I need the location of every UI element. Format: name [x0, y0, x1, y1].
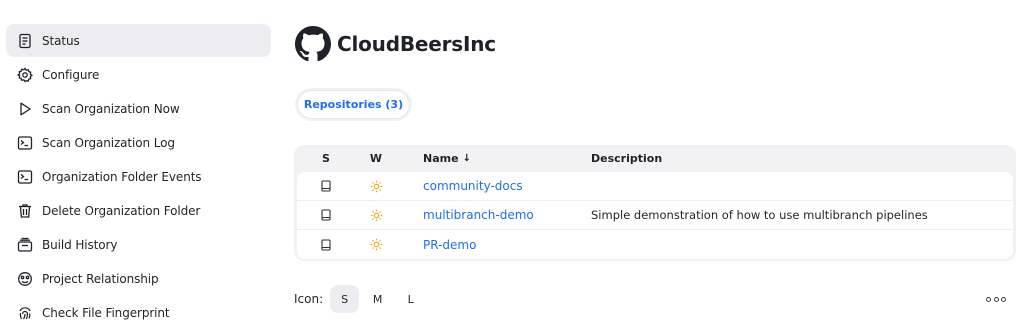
weather-sunny-icon [355, 209, 397, 222]
sidebar-item-configure[interactable]: Configure [6, 58, 271, 91]
sidebar-item-label: Delete Organization Folder [42, 203, 201, 218]
legend-dot [986, 296, 991, 302]
column-header-description[interactable]: Description [591, 152, 1013, 165]
table-header: S W Name ↓ Description [297, 145, 1013, 172]
tab-bar: Repositories (3) [295, 88, 412, 121]
sidebar-item-scan-now[interactable]: Scan Organization Now [6, 92, 271, 125]
fingerprint-icon [17, 305, 33, 321]
build-history-icon [17, 237, 33, 253]
sidebar-item-label: Scan Organization Log [42, 135, 175, 150]
sidebar-item-label: Build History [42, 237, 118, 252]
sidebar-item-label: Scan Organization Now [42, 101, 180, 116]
play-icon [17, 101, 33, 117]
legend-icon[interactable] [986, 294, 1006, 304]
trash-icon [17, 203, 33, 219]
legend-dot [993, 296, 999, 302]
repo-link[interactable]: multibranch-demo [423, 208, 534, 222]
sidebar-item-label: Configure [42, 67, 100, 82]
status-icon [17, 33, 33, 49]
table-row: PR-demo [297, 230, 1013, 259]
relationship-icon [17, 271, 33, 287]
repo-link[interactable]: community-docs [423, 179, 523, 193]
table-body: community-docs multibranch-demo Simple d… [297, 172, 1013, 259]
weather-sunny-icon [355, 238, 397, 251]
sidebar-item-folder-events[interactable]: Organization Folder Events [6, 160, 271, 193]
repositories-table: S W Name ↓ Description community-docs mu… [294, 145, 1016, 261]
tab-repositories[interactable]: Repositories (3) [298, 91, 409, 118]
icon-size-small-button[interactable]: S [330, 285, 360, 313]
icon-size-large-button[interactable]: L [396, 285, 425, 313]
gear-icon [17, 67, 33, 83]
weather-sunny-icon [355, 180, 397, 193]
sidebar-item-label: Project Relationship [42, 271, 159, 286]
page-title: CloudBeersInc [337, 32, 496, 56]
github-icon [295, 26, 331, 62]
table-row: community-docs [297, 172, 1013, 201]
table-row: multibranch-demo Simple demonstration of… [297, 201, 1013, 230]
legend-dot [1001, 296, 1006, 302]
sidebar: Status Configure Scan Organization Now S… [6, 24, 271, 328]
status-not-built-icon [297, 209, 355, 221]
repo-description: Simple demonstration of how to use multi… [591, 208, 928, 222]
status-not-built-icon [297, 180, 355, 192]
icon-size-selector: Icon: S M L [294, 285, 429, 313]
sidebar-item-fingerprint[interactable]: Check File Fingerprint [6, 296, 271, 328]
column-header-weather[interactable]: W [355, 152, 397, 165]
sidebar-item-label: Organization Folder Events [42, 169, 202, 184]
sidebar-item-scan-log[interactable]: Scan Organization Log [6, 126, 271, 159]
sidebar-item-label: Status [42, 33, 80, 48]
terminal-icon [17, 135, 33, 151]
repo-link[interactable]: PR-demo [423, 238, 476, 252]
column-header-name[interactable]: Name ↓ [397, 152, 591, 165]
page-header: CloudBeersInc [295, 26, 496, 62]
terminal-icon [17, 169, 33, 185]
sidebar-item-project-relationship[interactable]: Project Relationship [6, 262, 271, 295]
sidebar-item-delete-folder[interactable]: Delete Organization Folder [6, 194, 271, 227]
icon-size-medium-button[interactable]: M [363, 285, 392, 313]
sort-arrow-icon: ↓ [462, 153, 471, 164]
column-header-name-label: Name [423, 152, 459, 165]
status-not-built-icon [297, 238, 355, 251]
icon-size-label: Icon: [294, 292, 324, 306]
sidebar-item-build-history[interactable]: Build History [6, 228, 271, 261]
column-header-status[interactable]: S [297, 152, 355, 165]
sidebar-item-status[interactable]: Status [6, 24, 271, 57]
sidebar-item-label: Check File Fingerprint [42, 305, 170, 320]
